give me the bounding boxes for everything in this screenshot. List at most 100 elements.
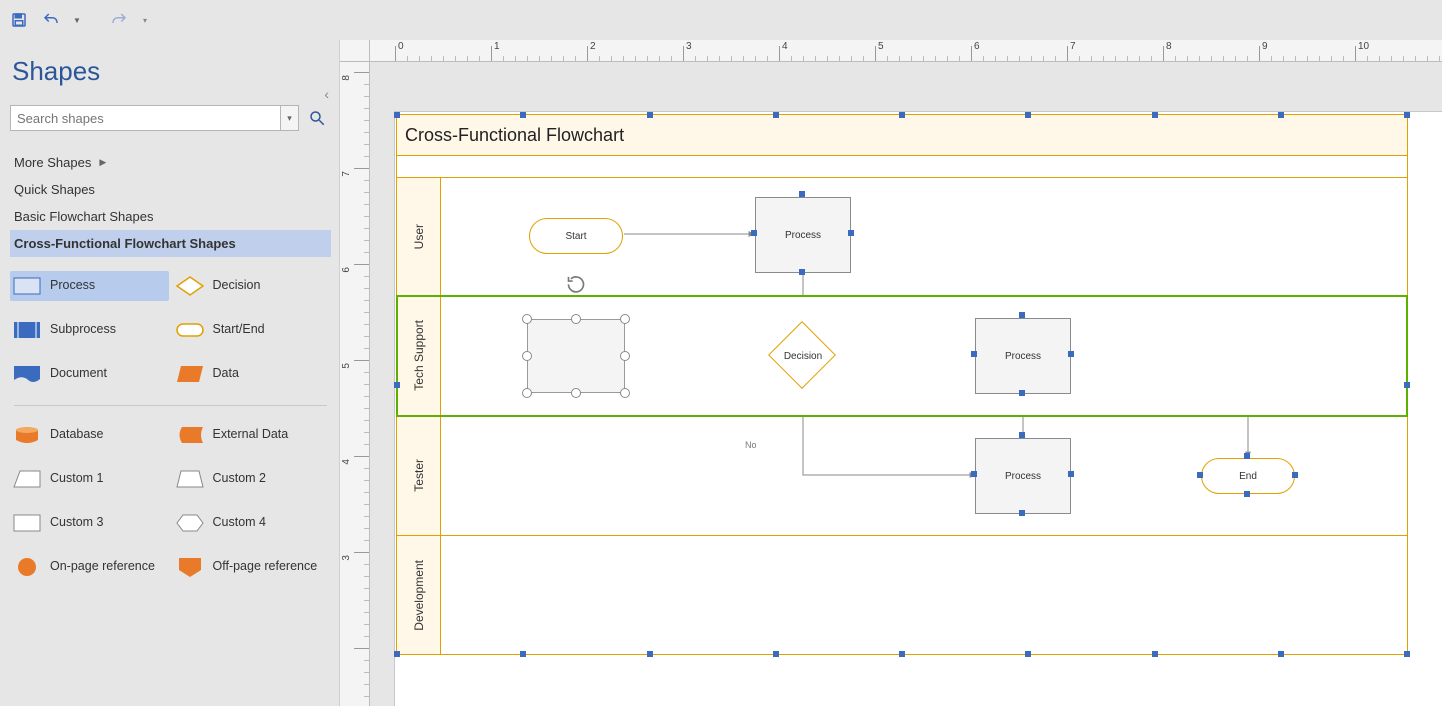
- resize-handle[interactable]: [522, 351, 532, 361]
- ruler-horizontal[interactable]: 01234567891011: [370, 40, 1442, 62]
- shape-custom1[interactable]: Custom 1: [10, 464, 169, 494]
- resize-handle[interactable]: [571, 314, 581, 324]
- lane-label[interactable]: User: [397, 178, 441, 295]
- shape-label: External Data: [213, 428, 289, 442]
- chevron-right-icon: ▶: [99, 157, 106, 168]
- stencil-quick-shapes[interactable]: Quick Shapes: [10, 176, 331, 203]
- swimlanes: User Start Process Tech Support: [397, 178, 1407, 654]
- lane-body[interactable]: Process End: [441, 416, 1407, 535]
- panel-title: Shapes: [12, 56, 331, 87]
- stencil-label: Basic Flowchart Shapes: [14, 209, 153, 224]
- document-icon: [12, 363, 42, 385]
- shape-data[interactable]: Data: [173, 359, 332, 389]
- redo-button[interactable]: [108, 9, 130, 31]
- shape-offpage-ref[interactable]: Off-page reference: [173, 552, 332, 582]
- node-decision[interactable]: Decision: [769, 322, 837, 390]
- stencil-more-shapes[interactable]: More Shapes ▶: [10, 149, 331, 176]
- external-data-icon: [175, 424, 205, 446]
- quick-access-toolbar: ▼ ▾: [0, 0, 1442, 40]
- lane-label[interactable]: Development: [397, 536, 441, 654]
- rotate-handle-icon[interactable]: [566, 274, 586, 297]
- process-icon: [12, 275, 42, 297]
- node-process-2[interactable]: Process: [975, 318, 1071, 394]
- canvas-inner[interactable]: Cross-Functional Flowchart User Start Pr…: [370, 62, 1442, 706]
- shape-label: Data: [213, 367, 239, 381]
- drawing-page[interactable]: Cross-Functional Flowchart User Start Pr…: [395, 112, 1442, 706]
- stencil-list: More Shapes ▶ Quick Shapes Basic Flowcha…: [10, 149, 331, 257]
- search-input[interactable]: [10, 105, 281, 131]
- lane-user[interactable]: User Start Process: [397, 178, 1407, 296]
- node-end[interactable]: End: [1201, 458, 1295, 494]
- lane-tester[interactable]: Tester Process End: [397, 416, 1407, 536]
- shape-label: Process: [50, 279, 95, 293]
- shape-external-data[interactable]: External Data: [173, 420, 332, 450]
- flowchart-title[interactable]: Cross-Functional Flowchart: [397, 115, 1407, 156]
- shape-label: Custom 1: [50, 472, 104, 486]
- phase-bar[interactable]: [397, 156, 1407, 178]
- canvas-area[interactable]: 01234567891011 876543 Cross-Functional F…: [340, 40, 1442, 706]
- lane-development[interactable]: Development: [397, 536, 1407, 654]
- custom4-icon: [175, 512, 205, 534]
- shape-startend[interactable]: Start/End: [173, 315, 332, 345]
- shape-subprocess[interactable]: Subprocess: [10, 315, 169, 345]
- undo-button[interactable]: [40, 9, 62, 31]
- shape-custom2[interactable]: Custom 2: [173, 464, 332, 494]
- qat-customize[interactable]: ▾: [140, 9, 150, 31]
- resize-handle[interactable]: [571, 388, 581, 398]
- shape-label: On-page reference: [50, 560, 155, 574]
- resize-handle[interactable]: [620, 388, 630, 398]
- shapes-panel: Shapes ‹ ▾ More Shapes ▶ Quick Shapes Ba…: [0, 40, 340, 706]
- shape-label: Custom 4: [213, 516, 267, 530]
- undo-dropdown[interactable]: ▼: [72, 9, 82, 31]
- node-process-3[interactable]: Process: [975, 438, 1071, 514]
- lane-body[interactable]: Decision Process: [441, 296, 1407, 415]
- shape-process[interactable]: Process: [10, 271, 169, 301]
- terminator-icon: [175, 319, 205, 341]
- shape-grid: Process Decision Subprocess Start/End Do…: [10, 271, 331, 582]
- shape-label: Document: [50, 367, 107, 381]
- shape-custom3[interactable]: Custom 3: [10, 508, 169, 538]
- stencil-label: Cross-Functional Flowchart Shapes: [14, 236, 236, 251]
- resize-handle[interactable]: [522, 314, 532, 324]
- custom3-icon: [12, 512, 42, 534]
- shape-label: Custom 2: [213, 472, 267, 486]
- lane-label[interactable]: Tech Support: [397, 296, 441, 415]
- shape-label: Decision: [213, 279, 261, 293]
- shape-decision[interactable]: Decision: [173, 271, 332, 301]
- node-start[interactable]: Start: [529, 218, 623, 254]
- shape-document[interactable]: Document: [10, 359, 169, 389]
- swimlane-container[interactable]: Cross-Functional Flowchart User Start Pr…: [396, 114, 1408, 655]
- shape-onpage-ref[interactable]: On-page reference: [10, 552, 169, 582]
- resize-handle[interactable]: [522, 388, 532, 398]
- shape-label: Off-page reference: [213, 560, 318, 574]
- subprocess-icon: [12, 319, 42, 341]
- lane-label[interactable]: Tester: [397, 416, 441, 535]
- shape-custom4[interactable]: Custom 4: [173, 508, 332, 538]
- offpage-ref-icon: [175, 556, 205, 578]
- shape-grid-divider: [14, 405, 327, 406]
- data-icon: [175, 363, 205, 385]
- stencil-cross-functional[interactable]: Cross-Functional Flowchart Shapes: [10, 230, 331, 257]
- search-row: ▾: [10, 105, 331, 131]
- resize-handle[interactable]: [620, 351, 630, 361]
- shape-label: Custom 3: [50, 516, 104, 530]
- node-process-1[interactable]: Process: [755, 197, 851, 273]
- onpage-ref-icon: [12, 556, 42, 578]
- lane-tech-support[interactable]: Tech Support: [397, 296, 1407, 416]
- search-dropdown[interactable]: ▾: [281, 105, 299, 131]
- save-button[interactable]: [8, 9, 30, 31]
- stencil-label: More Shapes: [14, 155, 91, 170]
- ruler-vertical[interactable]: 876543: [340, 62, 370, 706]
- resize-handle[interactable]: [620, 314, 630, 324]
- ruler-corner: [340, 40, 370, 62]
- custom1-icon: [12, 468, 42, 490]
- lane-body[interactable]: [441, 536, 1407, 654]
- node-new-process-selected[interactable]: [527, 319, 625, 393]
- shape-database[interactable]: Database: [10, 420, 169, 450]
- stencil-basic-flowchart[interactable]: Basic Flowchart Shapes: [10, 203, 331, 230]
- shape-label: Start/End: [213, 323, 265, 337]
- search-icon[interactable]: [303, 105, 331, 131]
- database-icon: [12, 424, 42, 446]
- custom2-icon: [175, 468, 205, 490]
- collapse-panel-button[interactable]: ‹: [324, 86, 329, 102]
